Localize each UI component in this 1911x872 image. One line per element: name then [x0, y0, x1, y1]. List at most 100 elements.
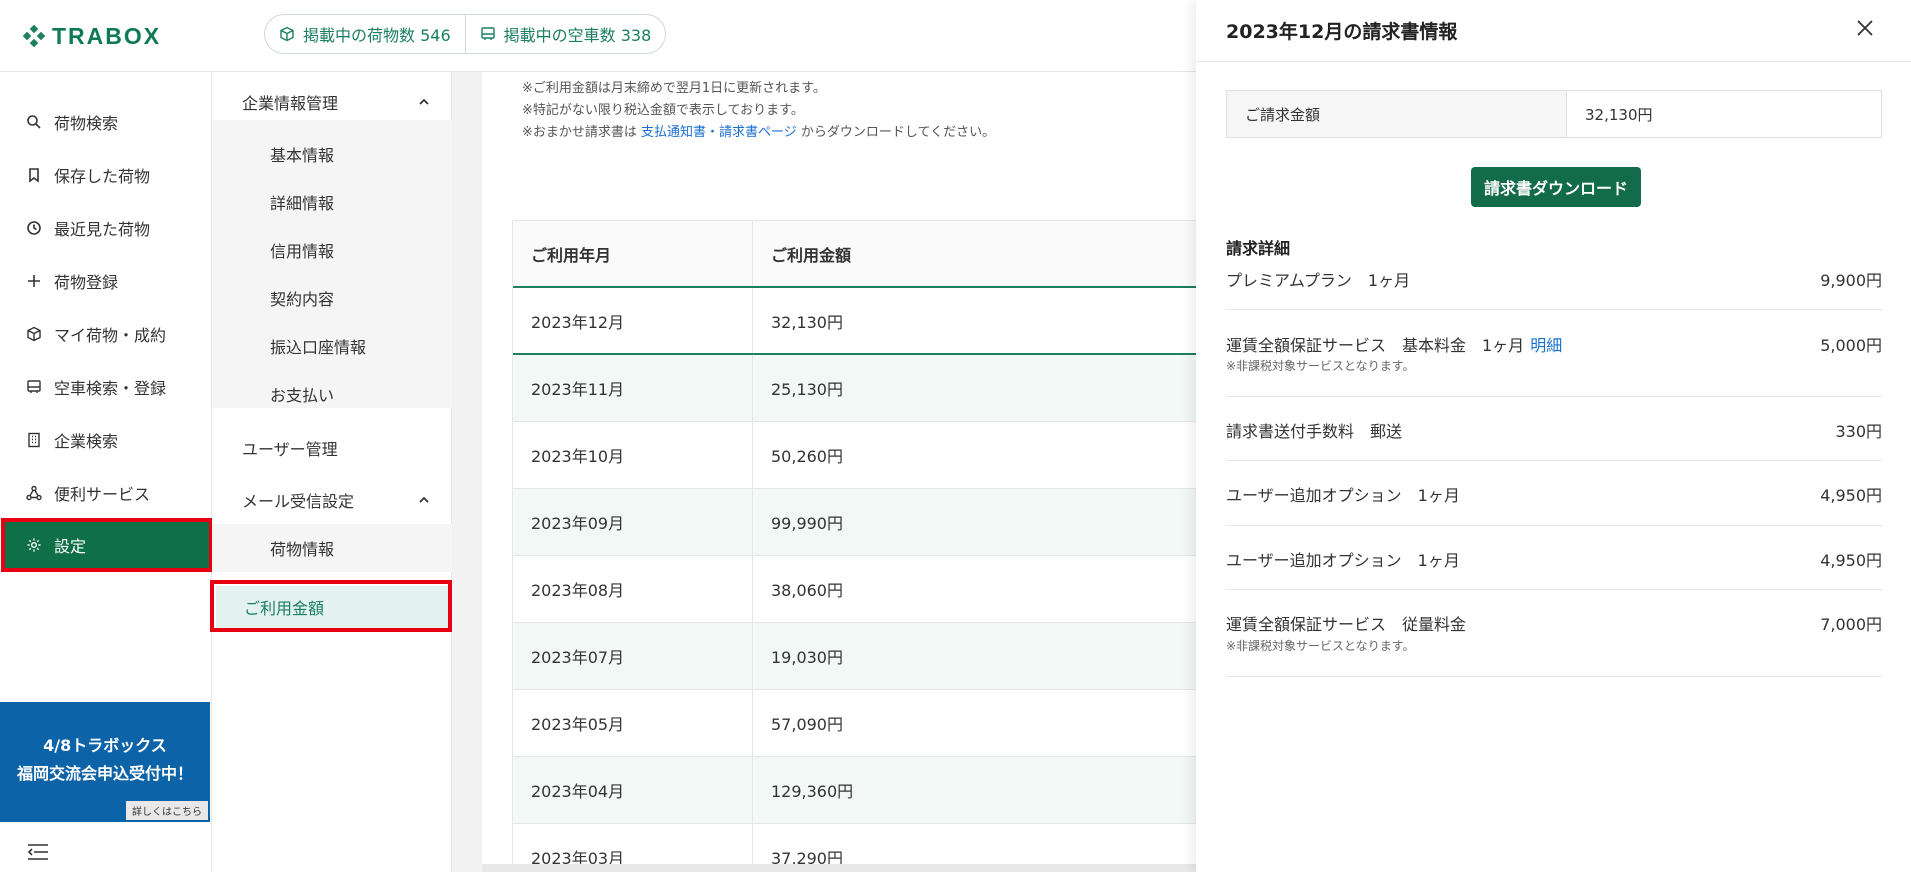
- nav-label: 企業検索: [54, 432, 119, 451]
- line-item-price: 7,000円: [1820, 615, 1882, 634]
- network-icon: [26, 485, 42, 501]
- billing-line-item: プレミアムプラン 1ヶ月 9,900円: [1226, 258, 1882, 310]
- submenu-contract[interactable]: 契約内容: [212, 274, 452, 322]
- billing-line-item: ユーザー追加オプション 1ヶ月 4,950円: [1226, 526, 1882, 590]
- nav-label: マイ荷物・成約: [54, 326, 167, 345]
- nav-cargo-search[interactable]: 荷物検索: [0, 100, 212, 144]
- note-line-3-pre: ※おまかせ請求書は: [522, 125, 642, 140]
- submenu-credit-info[interactable]: 信用情報: [212, 226, 452, 274]
- table-row[interactable]: 2023年11月 25,130円: [513, 355, 1311, 422]
- drawer-header: 2023年12月の請求書情報: [1196, 0, 1911, 62]
- row-month: 2023年10月: [513, 422, 753, 488]
- submenu-usage-amount[interactable]: ご利用金額: [216, 586, 450, 628]
- nav-settings[interactable]: 設定: [5, 522, 210, 568]
- submenu-basic-info[interactable]: 基本情報: [212, 130, 452, 178]
- bookmark-icon: [29, 168, 39, 183]
- line-item-name: 運賃全額保証サービス 従量料金: [1226, 615, 1467, 634]
- banner-more-link[interactable]: 詳しくはこちら: [126, 801, 208, 820]
- row-month: 2023年05月: [513, 690, 753, 756]
- note-line-2: ※特記がない限り税込金額で表示しております。: [522, 103, 804, 118]
- billing-amount-box: ご請求金額 32,130円: [1226, 90, 1882, 138]
- close-icon[interactable]: [1855, 18, 1875, 38]
- nav-my-cargo[interactable]: マイ荷物・成約: [0, 312, 212, 356]
- submenu-mail-settings[interactable]: メール受信設定: [212, 476, 452, 524]
- event-banner[interactable]: 4/8トラボックス 福岡交流会申込受付中！ 詳しくはこちら: [0, 702, 210, 822]
- row-month: 2023年09月: [513, 489, 753, 555]
- row-month: 2023年04月: [513, 757, 753, 823]
- cargo-count-stat[interactable]: 掲載中の荷物数 546: [265, 15, 465, 53]
- table-row[interactable]: 2023年09月 99,990円: [513, 489, 1311, 556]
- drawer-title: 2023年12月の請求書情報: [1226, 21, 1458, 43]
- payment-notice-link[interactable]: 支払通知書・請求書ページ: [641, 125, 797, 140]
- submenu-group-title: メール受信設定: [242, 492, 355, 511]
- billing-line-item: 請求書送付手数料 郵送 330円: [1226, 397, 1882, 461]
- gear-icon: [27, 538, 41, 552]
- billing-amount-value: 32,130円: [1585, 105, 1653, 124]
- submenu-company-info[interactable]: 企業情報管理: [212, 78, 452, 126]
- submenu-payment[interactable]: お支払い: [212, 370, 452, 418]
- line-item-price: 5,000円: [1820, 336, 1882, 355]
- truck-count-stat[interactable]: 掲載中の空車数 338: [464, 15, 666, 53]
- settings-submenu: 企業情報管理 基本情報 詳細情報 信用情報 契約内容 振込口座情報 お支払い ユ…: [210, 72, 452, 872]
- line-item-price: 330円: [1835, 422, 1882, 441]
- row-month: 2023年07月: [513, 623, 753, 689]
- table-row[interactable]: 2023年08月 38,060円: [513, 556, 1311, 623]
- nav-recent-cargo[interactable]: 最近見た荷物: [0, 206, 212, 250]
- table-row[interactable]: 2023年05月 57,090円: [513, 690, 1311, 757]
- submenu-bank-account[interactable]: 振込口座情報: [212, 322, 452, 370]
- nav-company-search[interactable]: 企業検索: [0, 418, 212, 462]
- package-icon: [27, 326, 41, 342]
- banner-line2: 福岡交流会申込受付中！: [16, 764, 193, 783]
- row-month: 2023年12月: [513, 288, 753, 353]
- line-item-detail-link[interactable]: 明細: [1530, 336, 1562, 355]
- line-item-price: 4,950円: [1820, 486, 1882, 505]
- package-icon: [280, 26, 294, 42]
- chevron-up-icon: [419, 98, 429, 105]
- note-line-3: ※おまかせ請求書は 支払通知書・請求書ページ からダウンロードしてください。: [522, 122, 995, 144]
- usage-table: ご利用年月 ご利用金額 2023年12月 32,130円 2023年11月 25,1…: [512, 220, 1312, 872]
- line-item-name: ユーザー追加オプション 1ヶ月: [1226, 551, 1460, 570]
- submenu-detail-info[interactable]: 詳細情報: [212, 178, 452, 226]
- truck-icon: [27, 380, 41, 393]
- table-row[interactable]: 2023年04月 129,360円: [513, 757, 1311, 824]
- note-line-3-post: からダウンロードしてください。: [796, 125, 996, 140]
- nav-services[interactable]: 便利サービス: [0, 471, 212, 515]
- line-item-note: ※非課税対象サービスとなります。: [1226, 639, 1415, 653]
- nav-saved-cargo[interactable]: 保存した荷物: [0, 153, 212, 197]
- line-item-price: 4,950円: [1820, 551, 1882, 570]
- line-item-name: ユーザー追加オプション 1ヶ月: [1226, 486, 1460, 505]
- nav-label: 荷物検索: [54, 114, 119, 133]
- table-row[interactable]: 2023年07月 19,030円: [513, 623, 1311, 690]
- submenu-cargo-info[interactable]: 荷物情報: [212, 524, 452, 572]
- nav-empty-truck[interactable]: 空車検索・登録: [0, 365, 212, 409]
- line-item-name: プレミアムプラン 1ヶ月: [1226, 271, 1411, 290]
- table-row[interactable]: 2023年10月 50,260円: [513, 422, 1311, 489]
- invoice-download-button[interactable]: 請求書ダウンロード: [1471, 167, 1641, 207]
- nav-label: 設定: [54, 537, 87, 556]
- table-row[interactable]: 2023年12月 32,130円: [513, 288, 1311, 355]
- line-item-name: 請求書送付手数料 郵送: [1226, 422, 1403, 441]
- table-header: ご利用年月 ご利用金額: [513, 221, 1311, 288]
- line-item-price: 9,900円: [1820, 271, 1882, 290]
- nav-cargo-register[interactable]: 荷物登録: [0, 259, 212, 303]
- nav-label: 保存した荷物: [54, 167, 151, 186]
- row-month: 2023年08月: [513, 556, 753, 622]
- sidebar-collapse-icon[interactable]: [26, 842, 50, 862]
- line-item-note: ※非課税対象サービスとなります。: [1226, 359, 1415, 373]
- billing-line-item: 運賃全額保証サービス 従量料金 ※非課税対象サービスとなります。 7,000円: [1226, 590, 1882, 677]
- cargo-count-label: 掲載中の荷物数 546: [303, 26, 451, 45]
- line-item-name-text: 運賃全額保証サービス 基本料金 1ヶ月: [1226, 336, 1525, 355]
- billing-detail-title: 請求詳細: [1226, 239, 1291, 258]
- building-icon: [28, 432, 40, 448]
- billing-amount-label: ご請求金額: [1227, 91, 1567, 137]
- header-month: ご利用年月: [513, 221, 753, 286]
- listing-stats: 掲載中の荷物数 546 掲載中の空車数 338: [264, 14, 667, 54]
- trabox-logo[interactable]: TRABOX: [22, 22, 162, 50]
- logo-mark-icon: [22, 24, 46, 48]
- banner-line1: 4/8トラボックス: [43, 736, 167, 755]
- nav-label: 便利サービス: [54, 485, 151, 504]
- logo-text: TRABOX: [52, 22, 162, 49]
- submenu-user-management[interactable]: ユーザー管理: [212, 424, 452, 472]
- truck-count-label: 掲載中の空車数 338: [503, 26, 652, 45]
- row-month: 2023年11月: [513, 355, 753, 421]
